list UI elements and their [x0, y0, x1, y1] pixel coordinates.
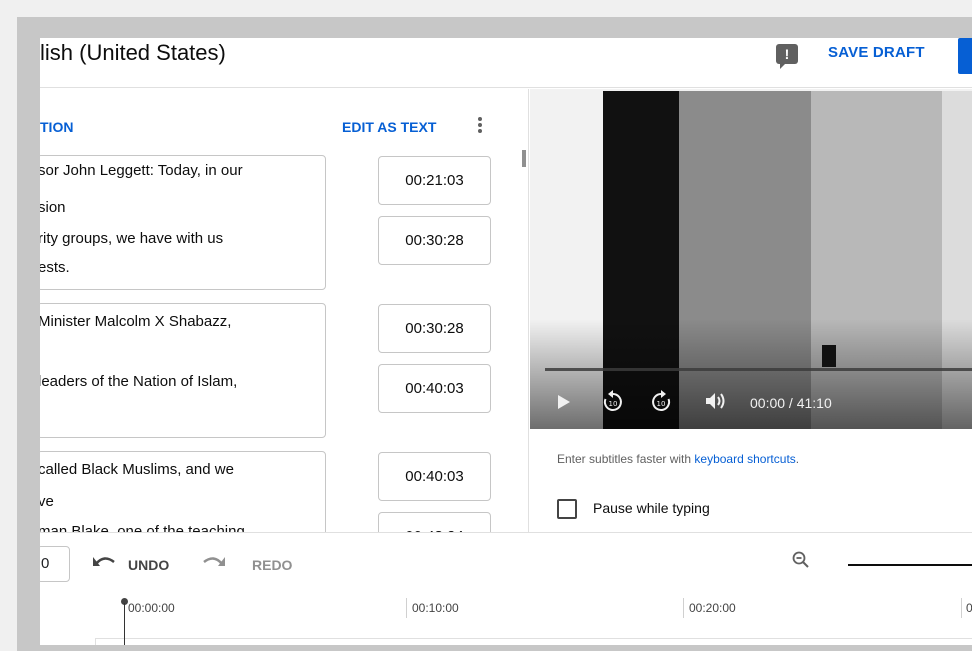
- video-time-display: 00:00 / 41:10: [750, 395, 832, 411]
- timeline-label: 00:20:00: [689, 601, 736, 615]
- cue-end-time[interactable]: 00:30:28: [378, 216, 491, 265]
- undo-button[interactable]: UNDO: [128, 557, 169, 573]
- playhead-line[interactable]: [124, 603, 125, 645]
- cue-line: man Blake, one of the teaching: [40, 523, 245, 532]
- language-title: lish (United States): [40, 40, 226, 65]
- zoom-slider[interactable]: [848, 564, 972, 566]
- redo-icon[interactable]: [200, 552, 226, 568]
- timeline-label: 00:10:00: [412, 601, 459, 615]
- undo-icon[interactable]: [92, 552, 118, 568]
- save-draft-button[interactable]: SAVE DRAFT: [828, 44, 925, 61]
- volume-icon[interactable]: [705, 392, 727, 410]
- cue-start-time[interactable]: 00:30:28: [378, 304, 491, 353]
- cue-line: sor John Leggett: Today, in our: [40, 162, 243, 179]
- cue-text-field[interactable]: Minister Malcolm X Shabazz, leaders of t…: [40, 303, 326, 438]
- shortcuts-hint: Enter subtitles faster with keyboard sho…: [557, 452, 800, 466]
- cue-line: ve: [40, 493, 54, 510]
- timeline-ruler[interactable]: 00:00:00 00:10:00 00:20:00 0: [40, 598, 972, 645]
- redo-button[interactable]: REDO: [252, 557, 292, 573]
- tab-caption[interactable]: TION: [40, 119, 73, 135]
- outer-frame-left: [0, 17, 17, 651]
- play-icon[interactable]: [557, 394, 571, 410]
- rewind-10-icon[interactable]: 10: [602, 390, 624, 412]
- timeline-label: 00:00:00: [128, 601, 175, 615]
- svg-text:10: 10: [609, 400, 618, 408]
- cue-line: Minister Malcolm X Shabazz,: [40, 313, 232, 330]
- video-player[interactable]: 10 10 00:00 / 41:10: [530, 89, 972, 429]
- cue-text-field[interactable]: sor John Leggett: Today, in our sion rit…: [40, 155, 326, 290]
- more-vert-icon[interactable]: [477, 117, 483, 137]
- pause-while-typing-label: Pause while typing: [593, 500, 710, 516]
- cue-start-time[interactable]: 00:40:03: [378, 452, 491, 501]
- svg-text:10: 10: [657, 400, 666, 408]
- zoom-out-icon[interactable]: [792, 551, 810, 569]
- timeline-label: 0: [966, 601, 972, 615]
- forward-10-icon[interactable]: 10: [650, 390, 672, 412]
- caption-scrollbar[interactable]: [522, 150, 526, 167]
- cue-end-time[interactable]: 00:48:24: [378, 512, 491, 532]
- pause-while-typing-checkbox[interactable]: [557, 499, 577, 519]
- cue-text-field[interactable]: called Black Muslims, and we ve man Blak…: [40, 451, 326, 532]
- cue-line: called Black Muslims, and we: [40, 461, 234, 478]
- cue-line: ests.: [40, 259, 70, 276]
- video-progress-bar[interactable]: [545, 368, 972, 371]
- keyboard-shortcuts-link[interactable]: keyboard shortcuts: [694, 452, 795, 466]
- zoom-level-input[interactable]: 0: [40, 546, 70, 582]
- publish-button[interactable]: [958, 38, 972, 74]
- video-mark: [822, 345, 836, 367]
- cue-line: leaders of the Nation of Islam,: [40, 373, 238, 390]
- cue-line: sion: [40, 199, 66, 216]
- cue-line: rity groups, we have with us: [40, 230, 224, 247]
- caption-panel: TION EDIT AS TEXT sor John Leggett: Toda…: [40, 89, 529, 532]
- feedback-icon[interactable]: !: [776, 44, 798, 69]
- outer-frame-top: [0, 0, 972, 17]
- video-controls: 10 10 00:00 / 41:10: [530, 384, 972, 424]
- editor-header: lish (United States) ! SAVE DRAFT: [40, 38, 972, 88]
- cue-end-time[interactable]: 00:40:03: [378, 364, 491, 413]
- cue-start-time[interactable]: 00:21:03: [378, 156, 491, 205]
- subtitle-editor: lish (United States) ! SAVE DRAFT TION E…: [40, 38, 972, 645]
- timeline-toolbar: 0 UNDO REDO 00:00:00 00:10:00 00:20:00 0: [40, 532, 972, 645]
- edit-as-text-button[interactable]: EDIT AS TEXT: [342, 119, 436, 135]
